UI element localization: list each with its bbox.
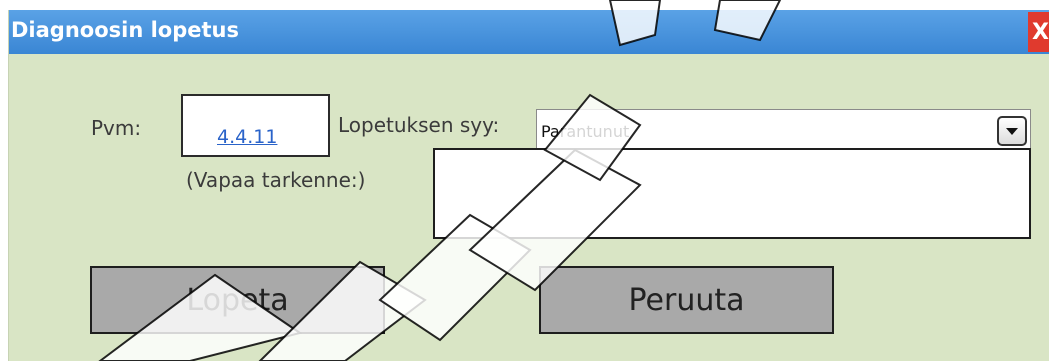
chevron-down-icon bbox=[1006, 127, 1018, 135]
cancel-button[interactable]: Peruuta bbox=[539, 266, 834, 334]
date-field[interactable]: 4.4.11 bbox=[181, 94, 330, 157]
free-text-label: (Vapaa tarkenne:) bbox=[186, 168, 366, 192]
dialog-window: Diagnoosin lopetus X Pvm: 4.4.11 Lopetuk… bbox=[8, 10, 1049, 361]
finish-button[interactable]: Lopeta bbox=[90, 266, 385, 334]
title-bar: Diagnoosin lopetus X bbox=[9, 10, 1049, 54]
reason-select[interactable]: Parantunut bbox=[536, 109, 1031, 153]
close-button[interactable]: X bbox=[1028, 12, 1049, 52]
free-text-input[interactable] bbox=[433, 148, 1031, 239]
date-value[interactable]: 4.4.11 bbox=[217, 126, 277, 148]
window-title: Diagnoosin lopetus bbox=[11, 18, 239, 42]
dropdown-arrow-button[interactable] bbox=[997, 116, 1027, 146]
reason-label: Lopetuksen syy: bbox=[338, 113, 500, 137]
date-label: Pvm: bbox=[91, 116, 142, 140]
reason-select-value: Parantunut bbox=[541, 122, 630, 141]
